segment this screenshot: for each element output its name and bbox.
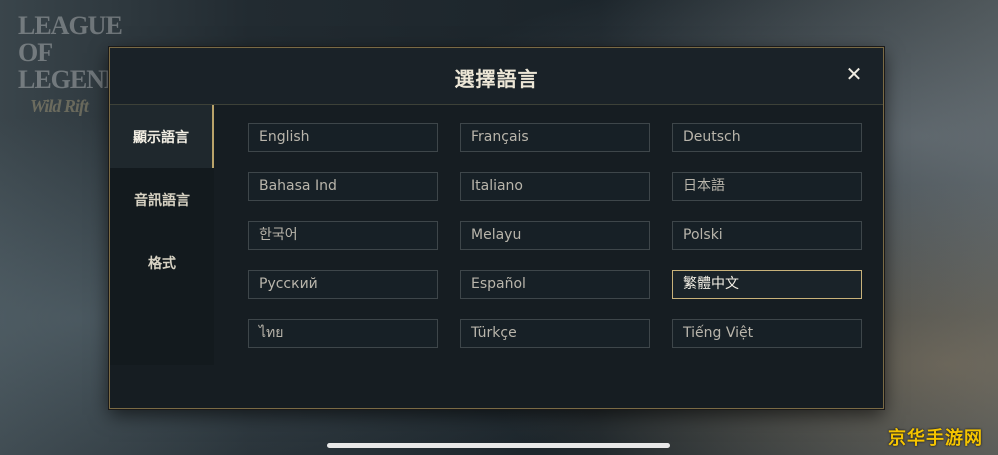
language-option-japanese[interactable]: 日本語 [672, 172, 862, 201]
language-option-korean[interactable]: 한국어 [248, 221, 438, 250]
sidebar-item-format[interactable]: 格式 [110, 231, 214, 294]
language-option-german[interactable]: Deutsch [672, 123, 862, 152]
language-option-bahasa-indonesia[interactable]: Bahasa Ind [248, 172, 438, 201]
language-option-spanish[interactable]: Español [460, 270, 650, 299]
language-option-italian[interactable]: Italiano [460, 172, 650, 201]
sidebar-item-display-language[interactable]: 顯示語言 [110, 105, 214, 168]
logo-subtitle: Wild Rift [30, 96, 89, 116]
game-logo: LEAGUE OF LEGENDS Wild Rift [18, 11, 136, 116]
language-option-thai[interactable]: ไทย [248, 319, 438, 348]
language-option-french[interactable]: Français [460, 123, 650, 152]
language-option-polish[interactable]: Polski [672, 221, 862, 250]
watermark-text: 京华手游网 [888, 428, 983, 449]
language-option-turkish[interactable]: Türkçe [460, 319, 650, 348]
home-indicator[interactable] [327, 443, 670, 448]
sidebar-item-label: 音訊語言 [134, 192, 190, 209]
language-option-malay[interactable]: Melayu [460, 221, 650, 250]
language-option-russian[interactable]: Русский [248, 270, 438, 299]
language-option-english[interactable]: English [248, 123, 438, 152]
settings-sidebar: 顯示語言 音訊語言 格式 [110, 105, 214, 365]
dialog-header: 選擇語言 ✕ [110, 48, 883, 105]
language-option-vietnamese[interactable]: Tiếng Việt [672, 319, 862, 348]
language-dialog: 選擇語言 ✕ 顯示語言 音訊語言 格式 English Français Deu… [109, 47, 884, 409]
sidebar-item-label: 顯示語言 [133, 129, 189, 146]
sidebar-item-label: 格式 [148, 255, 176, 272]
logo-text: LEAGUE OF LEGENDS [18, 11, 136, 94]
close-icon[interactable]: ✕ [843, 63, 865, 85]
language-option-traditional-chinese[interactable]: 繁體中文 [672, 270, 862, 299]
dialog-title: 選擇語言 [454, 67, 539, 91]
sidebar-item-audio-language[interactable]: 音訊語言 [110, 168, 214, 231]
